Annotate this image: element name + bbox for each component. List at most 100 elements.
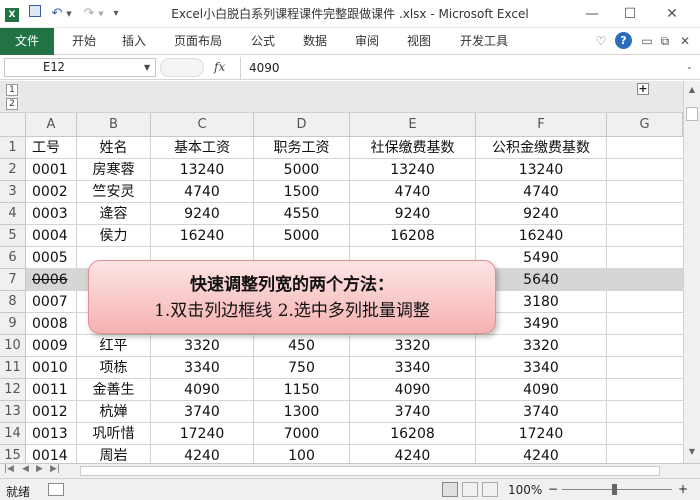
table-cell[interactable]: 5490	[476, 247, 607, 269]
name-box-dropdown-icon[interactable]: ▼	[144, 60, 154, 75]
column-header-a[interactable]: A	[26, 113, 77, 137]
table-cell[interactable]	[607, 159, 683, 181]
table-cell[interactable]: 0004	[26, 225, 77, 247]
table-cell[interactable]: 0013	[26, 423, 77, 445]
table-cell[interactable]	[607, 357, 683, 379]
table-cell[interactable]: 4740	[350, 181, 476, 203]
table-cell[interactable]: 1300	[254, 401, 350, 423]
table-cell[interactable]: 16208	[350, 225, 476, 247]
zoom-in-button[interactable]: +	[678, 482, 688, 496]
first-sheet-icon[interactable]: |◀	[4, 464, 14, 474]
table-cell[interactable]: 0002	[26, 181, 77, 203]
zoom-level[interactable]: 100%	[508, 483, 542, 497]
row-header[interactable]: 2	[0, 159, 26, 181]
table-cell[interactable]	[607, 225, 683, 247]
column-title-cell[interactable]: 职务工资	[254, 137, 350, 159]
table-cell[interactable]: 4240	[476, 445, 607, 463]
row-header[interactable]: 11	[0, 357, 26, 379]
row-header[interactable]: 13	[0, 401, 26, 423]
table-cell[interactable]: 5000	[254, 159, 350, 181]
prev-sheet-icon[interactable]: ◀	[22, 464, 29, 474]
table-cell[interactable]: 0001	[26, 159, 77, 181]
workbook-minimize-icon[interactable]: ▭	[638, 32, 656, 50]
table-cell[interactable]: 逄容	[77, 203, 151, 225]
column-title-cell[interactable]: 公积金缴费基数	[476, 137, 607, 159]
table-cell[interactable]: 竺安灵	[77, 181, 151, 203]
table-cell[interactable]: 17240	[151, 423, 254, 445]
table-cell[interactable]: 0014	[26, 445, 77, 463]
table-cell[interactable]: 3320	[151, 335, 254, 357]
macro-record-icon[interactable]	[48, 483, 64, 496]
scroll-down-icon[interactable]: ▼	[686, 447, 698, 457]
table-cell[interactable]	[607, 445, 683, 463]
row-header[interactable]: 15	[0, 445, 26, 463]
maximize-button[interactable]: ☐	[618, 4, 642, 24]
zoom-out-button[interactable]: −	[548, 482, 558, 496]
help-icon[interactable]: ?	[615, 32, 632, 49]
table-cell[interactable]: 0010	[26, 357, 77, 379]
table-cell[interactable]: 4740	[476, 181, 607, 203]
table-cell[interactable]: 0008	[26, 313, 77, 335]
table-cell[interactable]: 16240	[151, 225, 254, 247]
table-cell[interactable]: 项栋	[77, 357, 151, 379]
collapse-ribbon-icon[interactable]: ♡	[592, 32, 610, 50]
next-sheet-icon[interactable]: ▶	[36, 464, 43, 474]
table-cell[interactable]: 0012	[26, 401, 77, 423]
tab-insert[interactable]: 插入	[114, 28, 154, 55]
table-cell[interactable]: 3320	[350, 335, 476, 357]
table-cell[interactable]: 9240	[476, 203, 607, 225]
table-cell[interactable]: 7000	[254, 423, 350, 445]
table-cell[interactable]: 3740	[350, 401, 476, 423]
workbook-close-icon[interactable]: ✕	[676, 32, 694, 50]
row-header[interactable]: 1	[0, 137, 26, 159]
horizontal-scrollbar[interactable]	[80, 466, 660, 476]
tab-formulas[interactable]: 公式	[244, 28, 282, 55]
table-cell[interactable]: 16208	[350, 423, 476, 445]
tab-review[interactable]: 审阅	[348, 28, 386, 55]
scroll-thumb[interactable]	[686, 107, 698, 121]
row-header[interactable]: 8	[0, 291, 26, 313]
tab-view[interactable]: 视图	[400, 28, 438, 55]
file-tab[interactable]: 文件	[0, 28, 54, 55]
outline-level-1-button[interactable]: 1	[6, 84, 18, 96]
table-cell[interactable]: 0011	[26, 379, 77, 401]
table-cell[interactable]: 4090	[350, 379, 476, 401]
table-cell[interactable]: 100	[254, 445, 350, 463]
close-button[interactable]: ✕	[660, 4, 684, 24]
table-cell[interactable]: 5000	[254, 225, 350, 247]
table-cell[interactable]: 4090	[151, 379, 254, 401]
column-header-b[interactable]: B	[77, 113, 151, 137]
table-cell[interactable]	[607, 313, 683, 335]
row-header[interactable]: 9	[0, 313, 26, 335]
table-cell[interactable]: 16240	[476, 225, 607, 247]
table-cell[interactable]: 金善生	[77, 379, 151, 401]
row-header[interactable]: 4	[0, 203, 26, 225]
zoom-slider-thumb[interactable]	[612, 484, 617, 495]
table-cell[interactable]: 侯力	[77, 225, 151, 247]
table-cell[interactable]: 13240	[476, 159, 607, 181]
column-title-cell[interactable]: 工号	[26, 137, 77, 159]
name-box[interactable]: E12	[4, 58, 156, 77]
table-cell[interactable]: 0003	[26, 203, 77, 225]
table-cell[interactable]: 0005	[26, 247, 77, 269]
row-header[interactable]: 5	[0, 225, 26, 247]
table-cell[interactable]: 0009	[26, 335, 77, 357]
normal-view-icon[interactable]	[442, 482, 458, 497]
table-cell[interactable]: 3340	[151, 357, 254, 379]
tab-developer[interactable]: 开发工具	[452, 28, 516, 55]
table-cell[interactable]	[607, 203, 683, 225]
table-cell[interactable]: 巩听惜	[77, 423, 151, 445]
expand-formula-bar-icon[interactable]: ⌄	[686, 60, 698, 74]
table-cell[interactable]: 4550	[254, 203, 350, 225]
table-cell[interactable]: 17240	[476, 423, 607, 445]
table-cell[interactable]: 4240	[350, 445, 476, 463]
table-cell[interactable]	[607, 181, 683, 203]
formula-input[interactable]: 4090	[240, 57, 670, 79]
table-cell[interactable]: 房寒蓉	[77, 159, 151, 181]
table-cell[interactable]: 1150	[254, 379, 350, 401]
table-cell[interactable]: 13240	[350, 159, 476, 181]
table-cell[interactable]: 1500	[254, 181, 350, 203]
table-cell[interactable]	[607, 423, 683, 445]
scroll-up-icon[interactable]: ▲	[686, 85, 698, 95]
table-cell[interactable]: 9240	[350, 203, 476, 225]
